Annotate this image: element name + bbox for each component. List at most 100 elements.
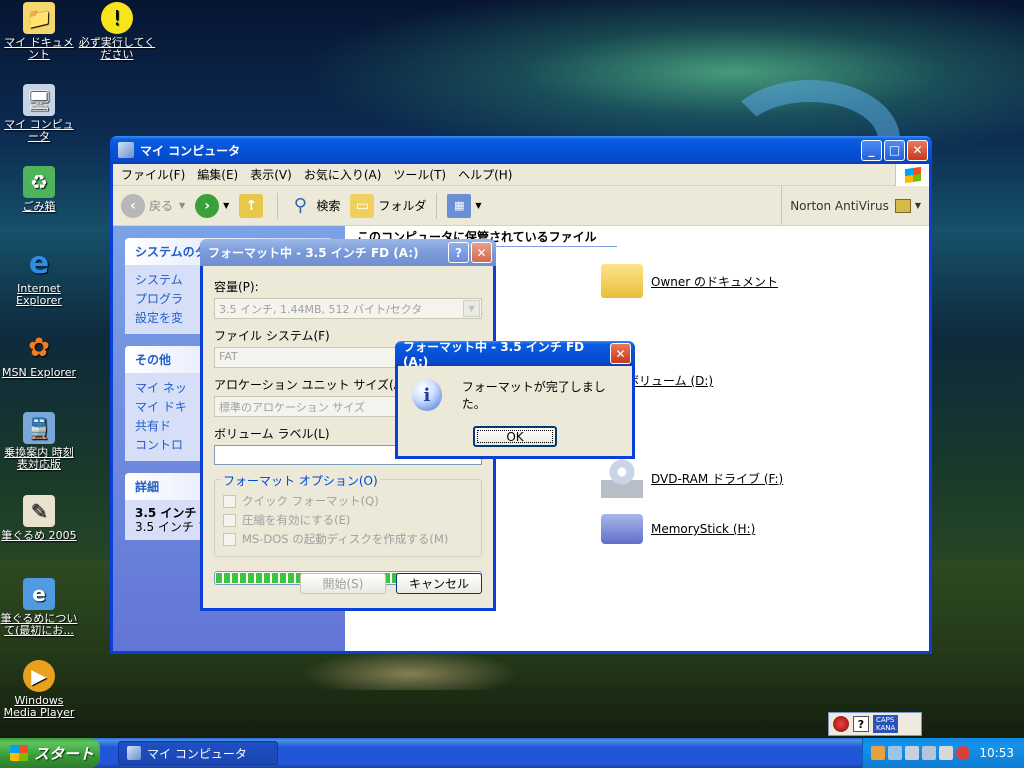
- file-item-memorystick-h[interactable]: MemoryStick (H:): [601, 514, 755, 544]
- desktop-icon-must-run[interactable]: ! 必ず実行してください: [78, 2, 156, 61]
- file-item-dvd-ram-f[interactable]: DVD-RAM ドライブ (F:): [601, 458, 783, 498]
- desktop-icon-label: ごみ箱: [22, 200, 56, 213]
- toolbar: ‹ 戻る ▼ › ▼ ↑ ⚲ 検索 ▭ フォルダ ▦ ▼ Norton Anti…: [113, 186, 929, 226]
- system-tray: 10:53: [862, 738, 1024, 768]
- desktop-icon-my-documents[interactable]: 📁 マイ ドキュメント: [0, 2, 78, 61]
- desktop-icon-label: マイ ドキュメント: [4, 36, 74, 61]
- ok-button[interactable]: OK: [473, 426, 557, 447]
- filesystem-value: FAT: [219, 350, 238, 363]
- cancel-button[interactable]: キャンセル: [396, 573, 482, 594]
- menu-view[interactable]: 表示(V): [250, 166, 292, 183]
- desktop-icon-label: 必ず実行してください: [78, 36, 156, 61]
- norton-antivirus-button[interactable]: Norton AntiVirus ▼: [781, 186, 929, 225]
- tray-security-icon[interactable]: [956, 746, 970, 760]
- messagebox-title: フォーマット中 - 3.5 インチ FD (A:): [403, 340, 585, 369]
- desktop-icon-fudegurume[interactable]: ✎ 筆ぐるめ 2005: [0, 495, 78, 542]
- help-button[interactable]: ?: [448, 242, 469, 263]
- compression-checkbox[interactable]: 圧縮を有効にする(E): [223, 512, 473, 528]
- close-button[interactable]: ✕: [471, 242, 492, 263]
- capacity-value: 3.5 インチ, 1.44MB, 512 バイト/セクタ: [219, 303, 423, 316]
- forward-arrow-icon: ›: [195, 193, 220, 218]
- format-complete-messagebox[interactable]: フォーマット中 - 3.5 インチ FD (A:) ✕ i フォーマットが完了し…: [395, 340, 635, 459]
- desktop-icon-fudegurume-readme[interactable]: e 筆ぐるめについて(最初にお...: [0, 578, 78, 637]
- search-button[interactable]: ⚲ 検索: [288, 194, 341, 218]
- folder-icon: [601, 264, 643, 298]
- dvd-drive-icon: [601, 458, 643, 498]
- ime-icon[interactable]: [833, 716, 849, 732]
- tray-network-icon[interactable]: [888, 746, 902, 760]
- close-button[interactable]: ✕: [610, 343, 631, 364]
- ie-doc-icon: e: [23, 578, 55, 610]
- taskbar-item-label: マイ コンピュータ: [147, 746, 247, 761]
- format-options-label: フォーマット オプション(O): [221, 472, 380, 489]
- menu-tools[interactable]: ツール(T): [393, 166, 446, 183]
- windows-logo-icon: [895, 164, 929, 186]
- recycle-bin-icon: ♻: [23, 166, 55, 198]
- search-icon: ⚲: [293, 195, 307, 216]
- desktop-icon-recycle-bin[interactable]: ♻ ごみ箱: [0, 166, 78, 213]
- up-folder-button[interactable]: ↑: [239, 193, 267, 218]
- file-item-owner-documents[interactable]: Owner のドキュメント: [601, 264, 778, 298]
- kana-indicator: KANA: [876, 724, 896, 732]
- views-icon: ▦: [447, 193, 472, 218]
- windows-flag-icon: [10, 745, 28, 761]
- desktop-icon-msn-explorer[interactable]: ✿ MSN Explorer: [0, 332, 78, 379]
- back-button[interactable]: ‹ 戻る ▼: [121, 193, 185, 218]
- desktop-icon-media-player[interactable]: ▶ Windows Media Player: [0, 660, 78, 719]
- back-label: 戻る: [149, 199, 174, 213]
- norton-label: Norton AntiVirus: [790, 198, 889, 213]
- desktop-icon-my-computer[interactable]: 🖥 マイ コンピュータ: [0, 84, 78, 143]
- clock[interactable]: 10:53: [979, 746, 1024, 760]
- tray-safely-remove-icon[interactable]: [905, 746, 919, 760]
- computer-icon: [118, 142, 134, 158]
- minimize-button[interactable]: _: [861, 139, 882, 161]
- caps-indicator: CAPS: [876, 716, 895, 724]
- menu-edit[interactable]: 編集(E): [197, 166, 238, 183]
- checkbox-label: 圧縮を有効にする(E): [242, 513, 351, 527]
- up-folder-icon: ↑: [239, 193, 264, 218]
- info-icon: i: [412, 379, 442, 411]
- folders-icon: ▭: [350, 193, 375, 218]
- norton-icon: [894, 198, 911, 213]
- tray-monitor-icon[interactable]: [922, 746, 936, 760]
- start-button[interactable]: スタート: [0, 738, 100, 768]
- format-dialog-titlebar[interactable]: フォーマット中 - 3.5 インチ FD (A:) ? ✕: [200, 239, 496, 266]
- views-button[interactable]: ▦ ▼: [447, 193, 482, 218]
- tray-connection-icon[interactable]: [939, 746, 953, 760]
- taskbar-item-my-computer[interactable]: マイ コンピュータ: [118, 741, 278, 765]
- menu-help[interactable]: ヘルプ(H): [458, 166, 512, 183]
- back-arrow-icon: ‹: [121, 193, 145, 218]
- file-item-label: Owner のドキュメント: [651, 274, 778, 289]
- media-player-icon: ▶: [23, 660, 55, 692]
- memorystick-icon: [601, 514, 643, 544]
- tray-tools-icon[interactable]: [871, 746, 885, 760]
- quick-format-checkbox[interactable]: クイック フォーマット(Q): [223, 493, 473, 509]
- menu-favorites[interactable]: お気に入り(A): [304, 166, 382, 183]
- language-bar[interactable]: ? CAPS KANA: [828, 712, 922, 736]
- msdos-boot-checkbox[interactable]: MS-DOS の起動ディスクを作成する(M): [223, 531, 473, 547]
- menubar: ファイル(F) 編集(E) 表示(V) お気に入り(A) ツール(T) ヘルプ(…: [113, 164, 929, 186]
- desktop-icon-transit[interactable]: 🚆 乗換案内 時刻表対応版: [0, 412, 78, 471]
- caps-kana-indicator: CAPS KANA: [873, 715, 899, 733]
- file-item-label: MemoryStick (H:): [651, 522, 756, 536]
- maximize-button[interactable]: □: [884, 139, 905, 161]
- file-item-volume-d[interactable]: ボリューム (D:): [627, 372, 713, 389]
- close-button[interactable]: ✕: [907, 139, 928, 161]
- chevron-down-icon: ▼: [463, 300, 480, 317]
- folders-label: フォルダ: [378, 199, 427, 213]
- start-button[interactable]: 開始(S): [300, 573, 386, 594]
- folders-button[interactable]: ▭ フォルダ: [350, 193, 427, 218]
- desktop-icon-label: MSN Explorer: [2, 366, 76, 379]
- file-item-label: DVD-RAM ドライブ (F:): [651, 471, 784, 486]
- brush-icon: ✎: [23, 495, 55, 527]
- messagebox-titlebar[interactable]: フォーマット中 - 3.5 インチ FD (A:) ✕: [395, 340, 635, 369]
- forward-button[interactable]: › ▼: [195, 193, 229, 218]
- messagebox-text: フォーマットが完了しました。: [461, 380, 606, 411]
- train-icon: 🚆: [23, 412, 55, 444]
- menu-file[interactable]: ファイル(F): [121, 166, 185, 183]
- explorer-titlebar[interactable]: マイ コンピュータ _ □ ✕: [110, 136, 932, 164]
- window-title: マイ コンピュータ: [140, 143, 241, 158]
- help-icon[interactable]: ?: [853, 716, 869, 732]
- capacity-select[interactable]: 3.5 インチ, 1.44MB, 512 バイト/セクタ ▼: [214, 298, 482, 319]
- desktop-icon-internet-explorer[interactable]: e Internet Explorer: [0, 248, 78, 307]
